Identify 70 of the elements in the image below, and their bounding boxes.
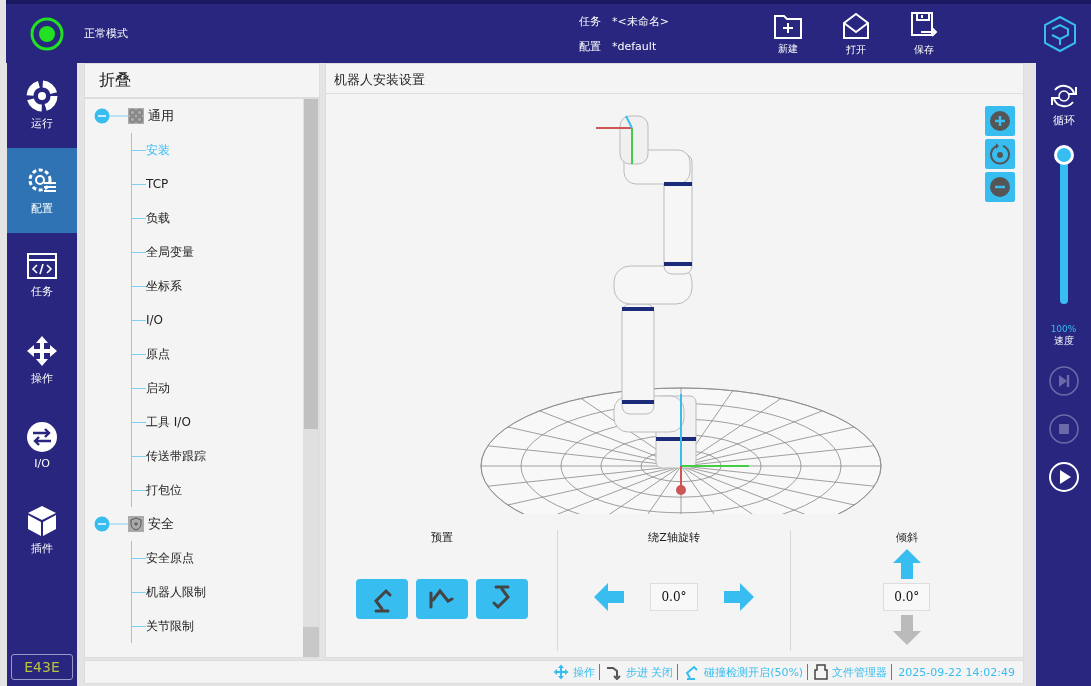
preset-title: 预置 [430, 530, 453, 545]
preset-button[interactable] [355, 579, 408, 619]
step-arrow-icon [605, 664, 622, 680]
zoom-out-icon [989, 176, 1011, 198]
tree-item[interactable]: 传送带跟踪 [146, 447, 206, 465]
nav-item[interactable]: 操作 [7, 318, 77, 403]
open-button[interactable]: 打开 [822, 10, 890, 57]
tree-item[interactable]: 坐标系 [146, 277, 182, 295]
tree-group-label[interactable]: 安全 [148, 515, 174, 533]
logo-icon [1043, 14, 1077, 53]
config-name: 配置 *default [579, 38, 658, 54]
tree-item[interactable]: 机器人限制 [146, 583, 206, 601]
move-arrows-icon [26, 335, 58, 367]
panel-title: 机器人安装设置 [326, 64, 1023, 94]
tree-item[interactable]: 全局变量 [146, 243, 194, 261]
rotate-icon [989, 143, 1011, 165]
target-icon [26, 80, 58, 112]
skip-icon [1048, 366, 1079, 396]
preset-button[interactable] [415, 579, 468, 619]
zoom-out-button[interactable] [985, 172, 1015, 202]
tree-item[interactable]: 安全原点 [146, 549, 194, 567]
tilt-up-arrow-button[interactable] [892, 549, 921, 579]
nav-item[interactable]: 运行 [7, 63, 77, 148]
tilt-value: 0.0° [883, 583, 931, 611]
move-arrows-icon [552, 664, 569, 680]
new-button[interactable]: 新建 [754, 11, 822, 56]
envelope-icon [841, 10, 871, 41]
tree-item[interactable]: 负载 [146, 209, 170, 227]
scrollbar[interactable] [303, 99, 319, 657]
zoom-in-icon [989, 110, 1011, 132]
rotate-title: 绕Z轴旋转 [648, 530, 700, 545]
cube-icon [26, 505, 58, 537]
preset-button[interactable] [475, 579, 528, 619]
speed-label: 速度 [1053, 334, 1074, 348]
task-name: 任务 *<未命名> [579, 13, 670, 29]
rotation-value: 0.0° [650, 583, 698, 611]
nav-item[interactable]: 配置 [7, 148, 77, 233]
nav-item[interactable]: 任务 [7, 233, 77, 318]
tree-item[interactable]: TCP [146, 177, 169, 191]
tree-item[interactable]: 关节限制 [146, 617, 194, 635]
collapse-icon[interactable] [94, 516, 128, 532]
tree-group-label[interactable]: 通用 [148, 107, 174, 125]
tree-item[interactable]: 工具 I/O [146, 413, 191, 431]
exchange-icon [26, 421, 58, 453]
code-window-icon [26, 252, 58, 280]
tree-item[interactable]: 原点 [146, 345, 170, 363]
nav-item[interactable]: 插件 [7, 488, 77, 573]
tree-item[interactable]: 启动 [146, 379, 170, 397]
clock-text: 2025-09-22 14:02:49 [898, 665, 1015, 679]
save-button[interactable]: 保存 [890, 10, 958, 57]
tilt-title: 倾斜 [895, 530, 918, 545]
shield-icon [128, 516, 144, 532]
rotate-right-arrow-button[interactable] [723, 583, 754, 611]
play-icon [1048, 462, 1079, 492]
rotate-left-arrow-button[interactable] [594, 583, 625, 611]
tree-item[interactable]: I/O [146, 313, 164, 327]
tree-item[interactable]: 打包位 [146, 481, 182, 499]
nav-item[interactable]: I/O [7, 403, 77, 488]
grid-icon [128, 108, 144, 124]
loop-button[interactable]: 循环 [1048, 81, 1079, 128]
collapse-title[interactable]: 折叠 [85, 64, 319, 99]
mode-label: 正常模式 [84, 26, 129, 41]
usb-drive-icon [814, 664, 829, 680]
error-code: E43E [11, 654, 73, 680]
speed-reading: 100% [1050, 324, 1077, 334]
play-button[interactable] [1048, 462, 1079, 492]
stop-icon [1048, 414, 1079, 444]
zoom-in-button[interactable] [985, 106, 1015, 136]
reset-button[interactable] [985, 139, 1015, 169]
collapse-icon[interactable] [94, 108, 128, 124]
